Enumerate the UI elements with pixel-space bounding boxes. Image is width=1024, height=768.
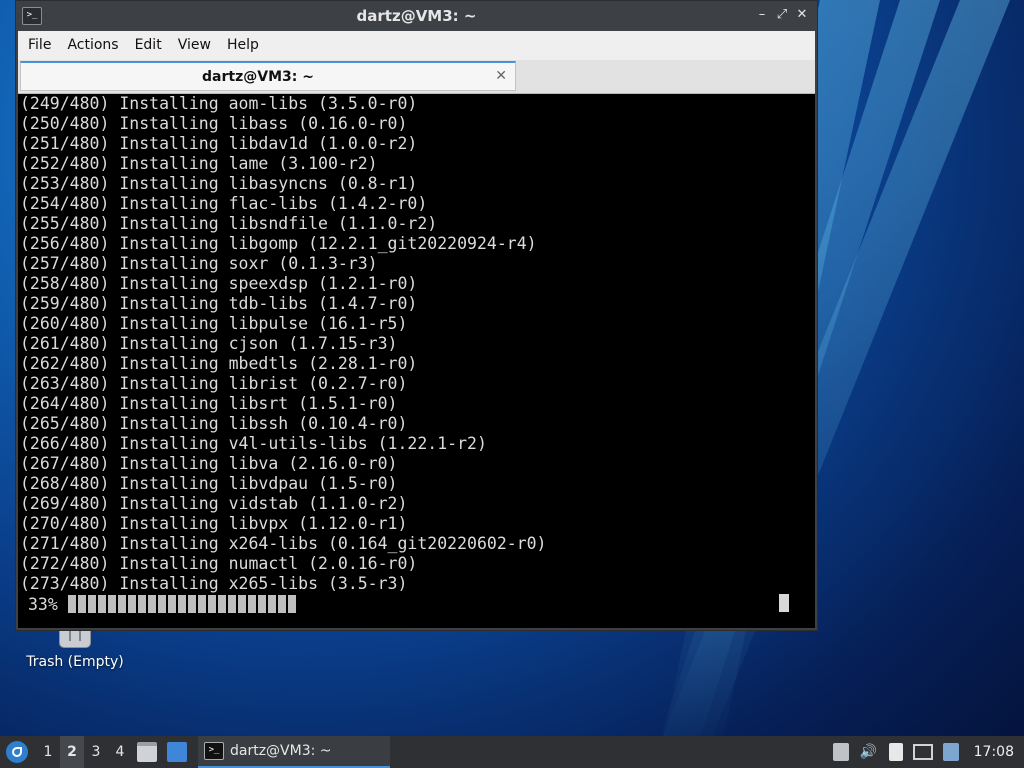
tab-terminal[interactable]: dartz@VM3: ~ ✕ xyxy=(20,61,516,91)
desktop-trash-label: Trash (Empty) xyxy=(26,654,124,670)
menu-view[interactable]: View xyxy=(170,31,219,60)
terminal-line: (251/480) Installing libdav1d (1.0.0-r2) xyxy=(20,134,418,153)
progress-block xyxy=(287,595,296,613)
progress-block xyxy=(227,595,236,613)
minimize-button[interactable]: – xyxy=(753,6,771,24)
update-icon[interactable] xyxy=(942,743,959,761)
tab-close-icon[interactable]: ✕ xyxy=(495,68,507,84)
terminal-output[interactable]: (249/480) Installing aom-libs (3.5.0-r0)… xyxy=(18,94,815,628)
progress-block xyxy=(217,595,226,613)
progress-bar xyxy=(67,595,298,613)
workspace-1[interactable]: 1 xyxy=(36,744,60,760)
progress-block xyxy=(77,595,86,613)
workspace-4[interactable]: 4 xyxy=(108,744,132,760)
progress-block xyxy=(247,595,256,613)
terminal-line: (262/480) Installing mbedtls (2.28.1-r0) xyxy=(20,354,418,373)
progress-block xyxy=(67,595,76,613)
progress-block xyxy=(167,595,176,613)
progress-block xyxy=(207,595,216,613)
progress-block xyxy=(197,595,206,613)
terminal-line: (259/480) Installing tdb-libs (1.4.7-r0) xyxy=(20,294,418,313)
progress-block xyxy=(107,595,116,613)
terminal-line: (253/480) Installing libasyncns (0.8-r1) xyxy=(20,174,418,193)
terminal-line: (273/480) Installing x265-libs (3.5-r3) xyxy=(20,574,408,593)
close-button[interactable]: ✕ xyxy=(793,6,811,24)
menu-bar: File Actions Edit View Help xyxy=(18,31,815,60)
terminal-line: (261/480) Installing cjson (1.7.15-r3) xyxy=(20,334,398,353)
workspace-2[interactable]: 2 xyxy=(60,736,84,768)
taskbar-task-terminal[interactable]: >_ dartz@VM3: ~ xyxy=(198,736,390,768)
terminal-line: (269/480) Installing vidstab (1.1.0-r2) xyxy=(20,494,408,513)
terminal-line: (267/480) Installing libva (2.16.0-r0) xyxy=(20,454,398,473)
terminal-line: (258/480) Installing speexdsp (1.2.1-r0) xyxy=(20,274,418,293)
terminal-line: (249/480) Installing aom-libs (3.5.0-r0) xyxy=(20,94,418,113)
terminal-lines: (249/480) Installing aom-libs (3.5.0-r0)… xyxy=(20,94,547,594)
workspace-3[interactable]: 3 xyxy=(84,744,108,760)
progress-block xyxy=(177,595,186,613)
terminal-line: (270/480) Installing libvpx (1.12.0-r1) xyxy=(20,514,408,533)
progress-block xyxy=(267,595,276,613)
start-menu-icon[interactable] xyxy=(6,741,28,763)
progress-block xyxy=(147,595,156,613)
terminal-line: (250/480) Installing libass (0.16.0-r0) xyxy=(20,114,408,133)
terminal-cursor xyxy=(779,594,789,612)
clock[interactable]: 17:08 xyxy=(974,744,1014,760)
show-desktop-icon[interactable] xyxy=(167,742,187,762)
maximize-button[interactable]: ⤢ xyxy=(773,6,791,24)
menu-edit[interactable]: Edit xyxy=(127,31,170,60)
terminal-window: >_ dartz@VM3: ~ – ⤢ ✕ File Actions Edit Vie… xyxy=(15,0,818,631)
file-manager-icon[interactable] xyxy=(137,742,157,762)
progress-block xyxy=(87,595,96,613)
menu-help[interactable]: Help xyxy=(219,31,267,60)
terminal-line: (255/480) Installing libsndfile (1.1.0-r… xyxy=(20,214,438,233)
terminal-line: (260/480) Installing libpulse (16.1-r5) xyxy=(20,314,408,333)
network-icon[interactable] xyxy=(912,744,933,760)
progress-block xyxy=(117,595,126,613)
terminal-line: (266/480) Installing v4l-utils-libs (1.2… xyxy=(20,434,487,453)
terminal-line: (265/480) Installing libssh (0.10.4-r0) xyxy=(20,414,408,433)
terminal-line: (254/480) Installing flac-libs (1.4.2-r0… xyxy=(20,194,428,213)
terminal-line: (268/480) Installing libvdpau (1.5-r0) xyxy=(20,474,398,493)
window-titlebar[interactable]: >_ dartz@VM3: ~ – ⤢ ✕ xyxy=(16,1,817,31)
terminal-line: (272/480) Installing numactl (2.0.16-r0) xyxy=(20,554,418,573)
progress-block xyxy=(187,595,196,613)
progress-block xyxy=(277,595,286,613)
terminal-line: (257/480) Installing soxr (0.1.3-r3) xyxy=(20,254,378,273)
menu-actions[interactable]: Actions xyxy=(59,31,126,60)
tab-bar: dartz@VM3: ~ ✕ xyxy=(18,60,815,94)
terminal-line: (256/480) Installing libgomp (12.2.1_git… xyxy=(20,234,537,253)
progress-block xyxy=(237,595,246,613)
progress-percent: 33% xyxy=(28,594,58,614)
progress-block xyxy=(97,595,106,613)
taskbar-task-label: dartz@VM3: ~ xyxy=(230,743,332,759)
clipboard-icon[interactable] xyxy=(888,743,903,761)
volume-icon[interactable]: 🔊 xyxy=(859,742,879,762)
terminal-line: (271/480) Installing x264-libs (0.164_gi… xyxy=(20,534,547,553)
taskbar: 1 2 3 4 >_ dartz@VM3: ~ 🔊 17:08 xyxy=(0,736,1024,768)
tab-label: dartz@VM3: ~ xyxy=(202,69,314,85)
terminal-line: (264/480) Installing libsrt (1.5.1-r0) xyxy=(20,394,398,413)
tray-app-icon[interactable] xyxy=(832,743,849,761)
progress-block xyxy=(157,595,166,613)
menu-file[interactable]: File xyxy=(20,31,59,60)
terminal-line: (263/480) Installing librist (0.2.7-r0) xyxy=(20,374,408,393)
terminal-line: (252/480) Installing lame (3.100-r2) xyxy=(20,154,378,173)
progress-block xyxy=(257,595,266,613)
progress-block xyxy=(127,595,136,613)
window-title: dartz@VM3: ~ xyxy=(356,7,477,25)
progress-block xyxy=(137,595,146,613)
progress-row: 33% xyxy=(28,594,298,614)
terminal-task-icon: >_ xyxy=(204,742,224,760)
